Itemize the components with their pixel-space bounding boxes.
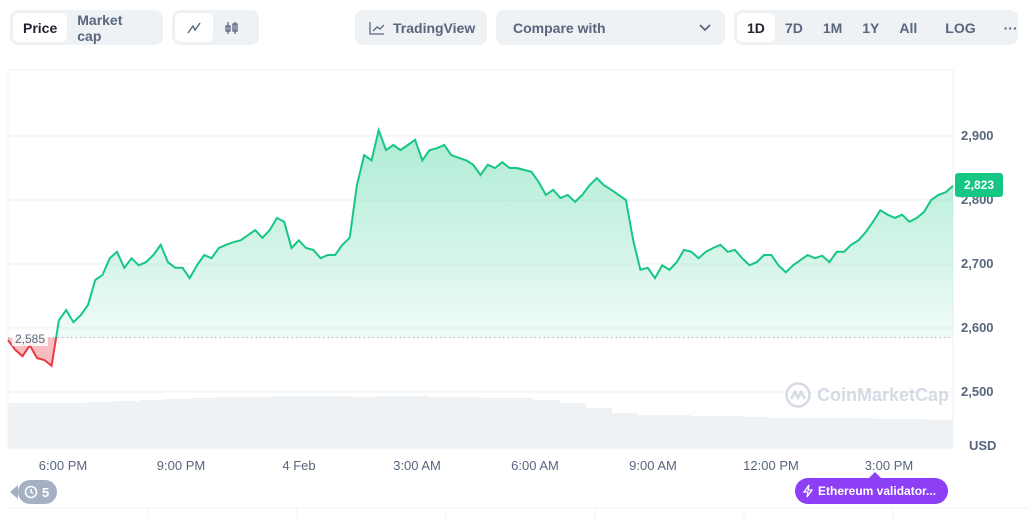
x-tick-label: 3:00 AM [393,458,441,473]
volume-bar [296,396,324,448]
volume-bar [34,403,61,448]
baseline-label: 2,585 [12,332,49,346]
volume-bar [690,416,718,448]
history-icon [24,485,38,499]
volume-bar [664,415,691,448]
y-tick-label: 2,500 [961,384,994,399]
volume-bar [60,403,88,448]
price-area-up [8,130,953,338]
current-price-badge: 2,823 [955,173,1003,198]
volume-bar [323,396,350,448]
volume-bar [769,418,796,448]
volume-bar [480,398,508,448]
x-tick-label: 6:00 AM [511,458,559,473]
history-events-badge[interactable]: 5 [18,480,58,504]
volume-bar [926,420,954,448]
volume-bar [506,398,534,448]
volume-bar [611,413,639,448]
volume-bar [743,417,770,448]
badge-pointer [10,485,18,499]
y-tick-label: 2,700 [961,256,994,271]
volume-bar [874,419,901,448]
volume-bar [638,415,665,448]
x-tick-label: 9:00 AM [629,458,677,473]
y-tick-label: 2,600 [961,320,994,335]
volume-bar [86,402,114,448]
volume-bar [795,418,823,448]
volume-bar [585,408,613,448]
volume-bar [270,396,298,448]
volume-bar [349,397,376,448]
volume-bar [191,398,219,448]
volume-bar [165,399,193,448]
volume-bar [244,397,271,448]
volume-bar [716,416,744,448]
x-tick-label: 6:00 PM [38,458,88,473]
volume-bar [428,397,455,448]
volume-bar [139,400,166,448]
currency-label: USD [969,438,997,453]
volume-bar [559,403,586,448]
volume-bar [113,401,140,448]
volume-bar [454,397,481,448]
x-tick-label: 3:00 PM [864,458,914,473]
price-chart[interactable] [0,0,1029,519]
volume-bar [900,419,928,448]
coinmarketcap-watermark: CoinMarketCap [785,382,949,408]
lightning-icon [803,484,813,498]
x-tick-label: 9:00 PM [156,458,206,473]
x-tick-label: 4 Feb [282,458,316,473]
event-pointer [869,472,881,478]
volume-bar [8,403,35,448]
volume-bar [821,418,849,448]
volume-bar [218,397,245,448]
volume-bar [533,400,560,448]
volume-bar [401,396,429,448]
event-badge[interactable]: Ethereum validator... [795,478,949,504]
coinmarketcap-logo-icon [785,382,811,408]
x-tick-label: 12:00 PM [743,458,799,473]
volume-bar [848,418,875,448]
volume-bar [375,396,403,448]
y-tick-label: 2,900 [961,128,994,143]
